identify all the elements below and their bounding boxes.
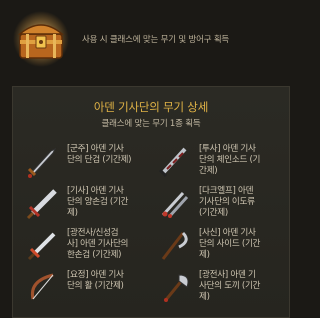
- two-handed-sword-icon: [25, 185, 61, 221]
- weapon-item-bow[interactable]: [요정] 아덴 기사 단의 활 (기간제): [25, 269, 153, 311]
- weapon-item-name: [요정] 아덴 기사 단의 활 (기간제): [67, 270, 124, 291]
- panel-title: 아덴 기사단의 무기 상세: [93, 100, 209, 114]
- treasure-chest-icon: [12, 10, 70, 68]
- weapon-item-name: [군주] 아덴 기사 단의 단검 (기간제): [67, 144, 132, 165]
- scythe-icon: [157, 227, 193, 263]
- weapon-item-axe[interactable]: [광전사] 아덴 기 사단의 도끼 (기간 제): [157, 269, 285, 311]
- weapon-detail-panel: 아덴 기사단의 무기 상세 클래스에 맞는 무기 1종 획득 [군주] 아덴 기…: [12, 86, 290, 318]
- weapon-item-name: [사신] 아덴 기사 단의 사이드 (기간 제): [199, 228, 261, 260]
- weapon-item-name: [광전사] 아덴 기 사단의 도끼 (기간 제): [199, 270, 261, 302]
- weapon-item-chainsword[interactable]: [투사] 아덴 기사 단의 체인소드 (기 간제): [157, 143, 285, 185]
- chainsword-icon: [157, 143, 193, 179]
- weapon-item-name: [광전사/신성검 사] 아덴 기사단의 한손검 (기간제): [67, 228, 129, 260]
- item-description: 사용 시 클래스에 맞는 무기 및 방어구 획득: [82, 35, 230, 45]
- weapon-item-name: [투사] 아덴 기사 단의 체인소드 (기 간제): [199, 144, 261, 176]
- weapon-item-name: [다크엘프] 아덴 기사단의 이도류 (기간제): [199, 186, 255, 218]
- dual-blade-icon: [157, 185, 193, 221]
- panel-subtitle: 클래스에 맞는 무기 1종 획득: [101, 119, 201, 129]
- item-description-row: 사용 시 클래스에 맞는 무기 및 방어구 획득: [12, 8, 288, 70]
- weapon-item-dagger[interactable]: [군주] 아덴 기사 단의 단검 (기간제): [25, 143, 153, 185]
- weapon-item-two-handed-sword[interactable]: [기사] 아덴 기사 단의 양손검 (기간 제): [25, 185, 153, 227]
- weapon-item-scythe[interactable]: [사신] 아덴 기사 단의 사이드 (기간 제): [157, 227, 285, 269]
- weapon-item-name: [기사] 아덴 기사 단의 양손검 (기간 제): [67, 186, 129, 218]
- dagger-icon: [25, 143, 61, 179]
- weapon-item-one-handed-sword[interactable]: [광전사/신성검 사] 아덴 기사단의 한손검 (기간제): [25, 227, 153, 269]
- weapon-item-dual-blade[interactable]: [다크엘프] 아덴 기사단의 이도류 (기간제): [157, 185, 285, 227]
- one-handed-sword-icon: [25, 227, 61, 263]
